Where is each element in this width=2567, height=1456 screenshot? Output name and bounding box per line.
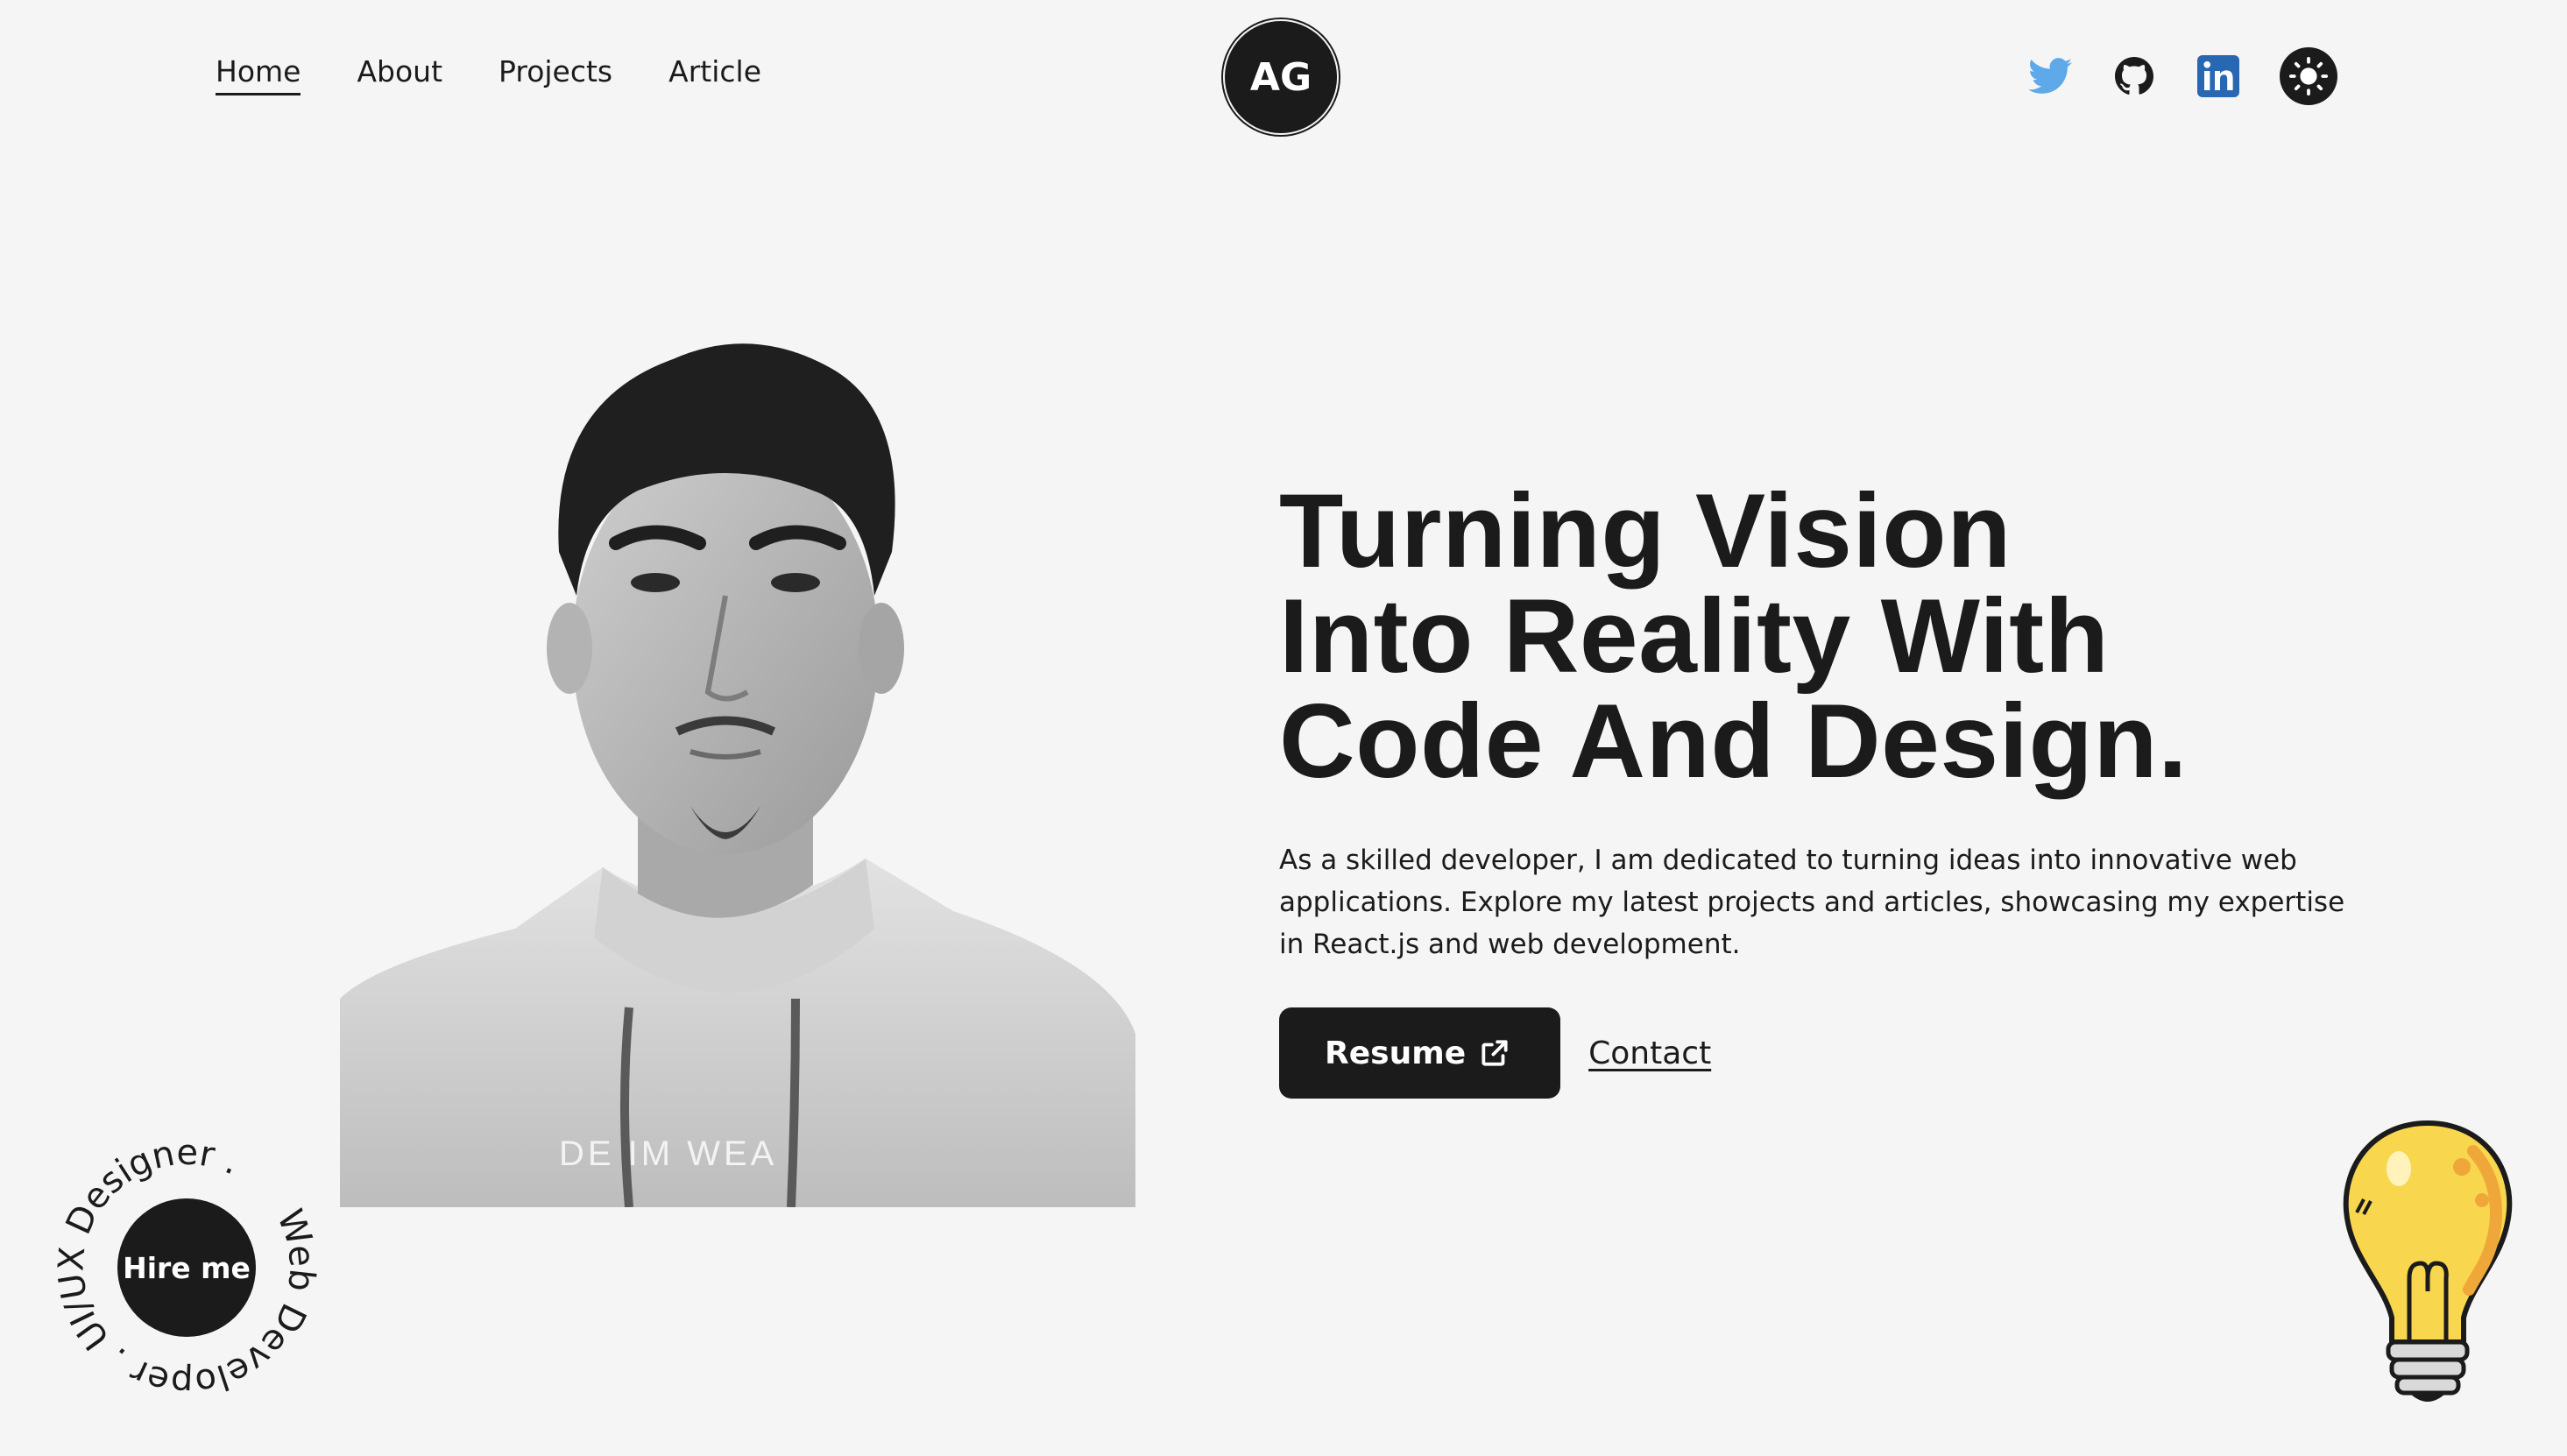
hire-me-badge[interactable]: Web Developer . UI/UX Designer . Hire me bbox=[2, 1083, 372, 1452]
theme-toggle-sun-icon[interactable] bbox=[2280, 47, 2337, 105]
nav-link-projects[interactable]: Projects bbox=[499, 54, 612, 95]
external-link-icon bbox=[1482, 1040, 1508, 1066]
hero-actions: Resume Contact bbox=[1279, 1007, 1711, 1099]
github-icon[interactable] bbox=[2111, 53, 2157, 99]
hero-headline: Turning Vision Into Reality With Code An… bbox=[1279, 478, 2418, 794]
hire-me-button[interactable]: Hire me bbox=[117, 1198, 256, 1337]
shirt-print-text: DE IM WEA bbox=[559, 1134, 777, 1173]
resume-button[interactable]: Resume bbox=[1279, 1007, 1561, 1099]
profile-portrait: DE IM WEA bbox=[340, 333, 1135, 1207]
nav-link-article[interactable]: Article bbox=[668, 54, 761, 95]
headline-line-1: Turning Vision bbox=[1279, 472, 2012, 590]
nav-link-about[interactable]: About bbox=[357, 54, 442, 95]
twitter-icon[interactable] bbox=[2027, 53, 2073, 99]
linkedin-icon[interactable] bbox=[2196, 53, 2241, 99]
social-links bbox=[2027, 47, 2337, 105]
headline-line-3: Code And Design. bbox=[1279, 682, 2188, 800]
headline-line-2: Into Reality With bbox=[1279, 577, 2110, 695]
contact-link[interactable]: Contact bbox=[1588, 1035, 1711, 1071]
nav-link-home[interactable]: Home bbox=[216, 54, 301, 95]
lightbulb-icon bbox=[2337, 1116, 2518, 1414]
logo-badge[interactable]: AG bbox=[1223, 19, 1339, 135]
hero-intro: As a skilled developer, I am dedicated t… bbox=[1279, 845, 2345, 960]
top-nav: Home About Projects Article AG bbox=[0, 0, 2567, 151]
resume-label: Resume bbox=[1325, 1035, 1467, 1071]
nav-links: Home About Projects Article bbox=[216, 54, 761, 95]
